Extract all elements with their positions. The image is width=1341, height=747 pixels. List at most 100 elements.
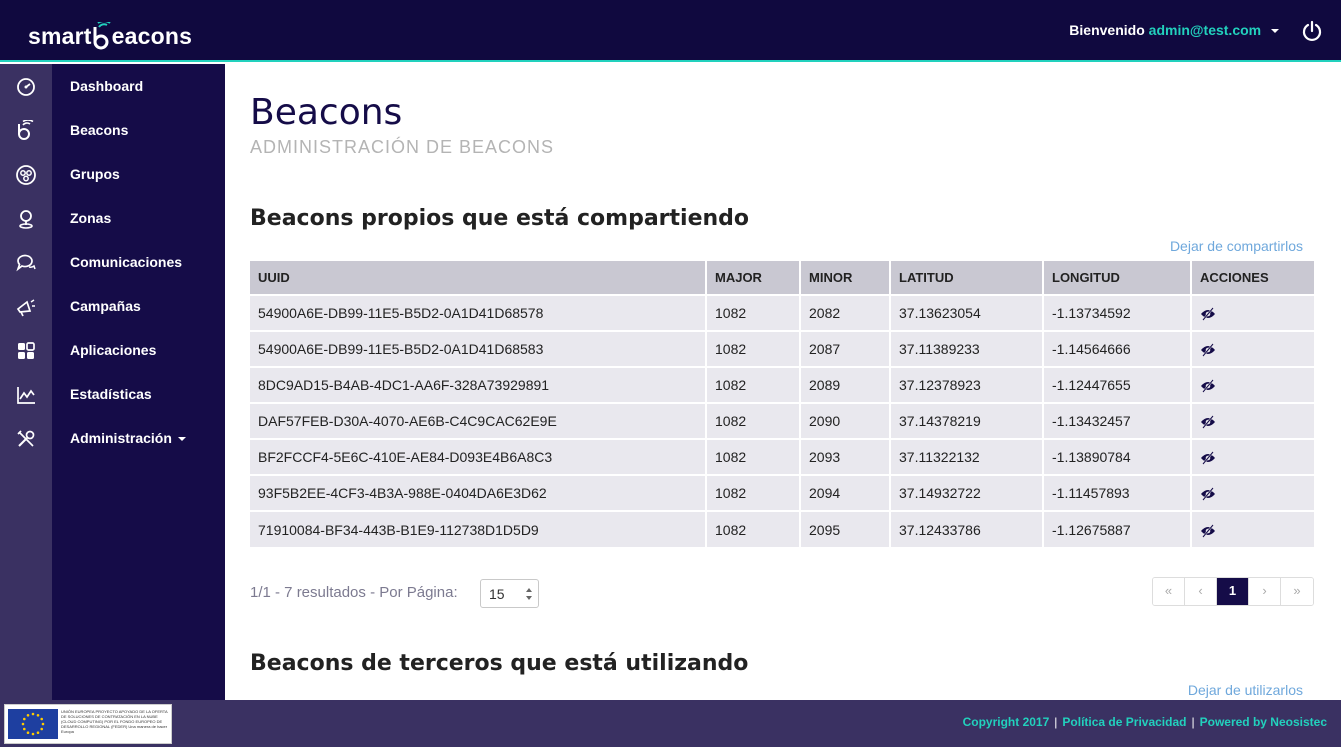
eye-off-icon[interactable] bbox=[1200, 415, 1216, 429]
sidebar-item-aplicaciones[interactable]: Aplicaciones bbox=[70, 342, 156, 358]
cell-major: 1082 bbox=[706, 294, 801, 331]
cell-actions bbox=[1191, 294, 1314, 331]
cell-longitud: -1.14564666 bbox=[1043, 330, 1192, 367]
eu-funding-badge: UNIÓN EUROPEA PROYECTO APOYADO DE LA OFE… bbox=[4, 704, 172, 744]
zone-pin-icon[interactable] bbox=[15, 208, 37, 230]
cell-longitud: -1.13734592 bbox=[1043, 294, 1192, 331]
cell-uuid: 54900A6E-DB99-11E5-B5D2-0A1D41D68578 bbox=[250, 294, 707, 331]
cell-major: 1082 bbox=[706, 330, 801, 367]
cell-longitud: -1.13432457 bbox=[1043, 402, 1192, 439]
cell-major: 1082 bbox=[706, 510, 801, 547]
cell-actions bbox=[1191, 510, 1314, 547]
eye-off-icon[interactable] bbox=[1200, 307, 1216, 321]
eye-off-icon[interactable] bbox=[1200, 379, 1216, 393]
last-page-button[interactable]: » bbox=[1281, 578, 1313, 605]
cell-major: 1082 bbox=[706, 438, 801, 475]
chat-icon[interactable] bbox=[15, 252, 37, 274]
footer-separator: | bbox=[1054, 715, 1058, 729]
eye-off-icon[interactable] bbox=[1200, 524, 1216, 538]
footer-links: Copyright 2017 | Política de Privacidad | Po… bbox=[963, 715, 1327, 729]
chevron-down-icon bbox=[1271, 29, 1279, 34]
page-button-1[interactable]: 1 bbox=[1217, 578, 1249, 605]
table-row: 54900A6E-DB99-11E5-B5D2-0A1D41D68583 108… bbox=[250, 330, 1314, 367]
cell-longitud: -1.11457893 bbox=[1043, 474, 1192, 511]
cell-latitud: 37.14378219 bbox=[890, 402, 1044, 439]
cell-actions bbox=[1191, 402, 1314, 439]
cell-latitud: 37.12378923 bbox=[890, 366, 1044, 403]
stop-sharing-link[interactable]: Dejar de compartirlos bbox=[1170, 238, 1303, 254]
footer-separator: | bbox=[1191, 715, 1195, 729]
cell-uuid: 54900A6E-DB99-11E5-B5D2-0A1D41D68583 bbox=[250, 330, 707, 367]
welcome-label: Bienvenido bbox=[1069, 22, 1145, 38]
cell-longitud: -1.12675887 bbox=[1043, 510, 1192, 547]
beacon-icon[interactable] bbox=[15, 119, 37, 142]
cell-uuid: 71910084-BF34-443B-B1E9-112738D1D5D9 bbox=[250, 510, 707, 547]
column-header-latitud[interactable]: LATITUD bbox=[890, 261, 1044, 295]
chevron-down-icon bbox=[177, 437, 186, 442]
top-bar: smart eacons Bienvenido admin@test.com bbox=[0, 0, 1341, 62]
column-header-longitud[interactable]: LONGITUD bbox=[1043, 261, 1192, 295]
cell-latitud: 37.12433786 bbox=[890, 510, 1044, 547]
power-icon[interactable] bbox=[1301, 20, 1323, 42]
cell-major: 1082 bbox=[706, 402, 801, 439]
powered-by-link[interactable]: Powered by Neosistec bbox=[1200, 715, 1327, 729]
logo-text-left: smart bbox=[28, 23, 92, 49]
per-page-select[interactable]: 15 bbox=[480, 579, 539, 608]
column-header-acciones: ACCIONES bbox=[1191, 261, 1314, 295]
sidebar-item-zonas[interactable]: Zonas bbox=[70, 210, 111, 226]
cell-actions bbox=[1191, 366, 1314, 403]
table-row: 71910084-BF34-443B-B1E9-112738D1D5D9 108… bbox=[250, 510, 1314, 547]
apps-grid-icon[interactable] bbox=[15, 340, 37, 362]
cell-uuid: 8DC9AD15-B4AB-4DC1-AA6F-328A73929891 bbox=[250, 366, 707, 403]
table-row: 54900A6E-DB99-11E5-B5D2-0A1D41D68578 108… bbox=[250, 294, 1314, 331]
cell-latitud: 37.14932722 bbox=[890, 474, 1044, 511]
eye-off-icon[interactable] bbox=[1200, 487, 1216, 501]
privacy-policy-link[interactable]: Política de Privacidad bbox=[1062, 715, 1186, 729]
megaphone-icon[interactable] bbox=[15, 296, 37, 318]
third-party-section-title: Beacons de terceros que está utilizando bbox=[250, 651, 749, 676]
dashboard-icon[interactable] bbox=[15, 76, 37, 98]
prev-page-button[interactable]: ‹ bbox=[1185, 578, 1217, 605]
sidebar-icon-rail bbox=[0, 64, 52, 700]
sidebar-item-grupos[interactable]: Grupos bbox=[70, 166, 120, 182]
pagination-info: 1/1 - 7 resultados - Por Página: bbox=[250, 584, 458, 601]
table-row: 93F5B2EE-4CF3-4B3A-988E-0404DA6E3D62 108… bbox=[250, 474, 1314, 511]
cell-actions bbox=[1191, 438, 1314, 475]
table-row: DAF57FEB-D30A-4070-AE6B-C4C9CAC62E9E 108… bbox=[250, 402, 1314, 439]
eye-off-icon[interactable] bbox=[1200, 343, 1216, 357]
sidebar-item-label: Administración bbox=[70, 430, 172, 446]
column-header-major[interactable]: MAJOR bbox=[706, 261, 801, 295]
per-page-value: 15 bbox=[489, 586, 505, 602]
column-header-uuid[interactable]: UUID bbox=[250, 261, 707, 295]
cell-uuid: BF2FCCF4-5E6C-410E-AE84-D093E4B6A8C3 bbox=[250, 438, 707, 475]
eu-flag-icon bbox=[8, 709, 58, 739]
cell-major: 1082 bbox=[706, 366, 801, 403]
select-arrows-icon bbox=[526, 587, 532, 601]
eye-off-icon[interactable] bbox=[1200, 451, 1216, 465]
cell-minor: 2087 bbox=[800, 330, 891, 367]
sidebar-item-estadisticas[interactable]: Estadísticas bbox=[70, 386, 152, 402]
tools-icon[interactable] bbox=[15, 428, 37, 450]
table-header-row: UUID MAJOR MINOR LATITUD LONGITUD ACCION… bbox=[250, 261, 1314, 295]
own-beacons-section-title: Beacons propios que está compartiendo bbox=[250, 206, 750, 231]
sidebar-nav: Dashboard Beacons Grupos Zonas Comunicac… bbox=[52, 64, 225, 700]
sidebar-item-dashboard[interactable]: Dashboard bbox=[70, 78, 143, 94]
table-row: 8DC9AD15-B4AB-4DC1-AA6F-328A73929891 108… bbox=[250, 366, 1314, 403]
stop-using-link[interactable]: Dejar de utilizarlos bbox=[1188, 682, 1303, 698]
cell-minor: 2090 bbox=[800, 402, 891, 439]
cell-uuid: 93F5B2EE-4CF3-4B3A-988E-0404DA6E3D62 bbox=[250, 474, 707, 511]
cell-major: 1082 bbox=[706, 474, 801, 511]
sidebar-item-administracion[interactable]: Administración bbox=[70, 430, 186, 446]
next-page-button[interactable]: › bbox=[1249, 578, 1281, 605]
user-menu[interactable]: Bienvenido admin@test.com bbox=[1069, 22, 1279, 38]
sidebar-item-campanas[interactable]: Campañas bbox=[70, 298, 141, 314]
sidebar-item-comunicaciones[interactable]: Comunicaciones bbox=[70, 254, 182, 270]
groups-icon[interactable] bbox=[15, 164, 37, 186]
eu-funding-text: UNIÓN EUROPEA PROYECTO APOYADO DE LA OFE… bbox=[61, 709, 168, 734]
stats-chart-icon[interactable] bbox=[15, 384, 37, 406]
column-header-minor[interactable]: MINOR bbox=[800, 261, 891, 295]
sidebar-item-beacons[interactable]: Beacons bbox=[70, 122, 128, 138]
cell-latitud: 37.13623054 bbox=[890, 294, 1044, 331]
smartbeacons-logo[interactable]: smart eacons bbox=[28, 10, 192, 50]
first-page-button[interactable]: « bbox=[1153, 578, 1185, 605]
